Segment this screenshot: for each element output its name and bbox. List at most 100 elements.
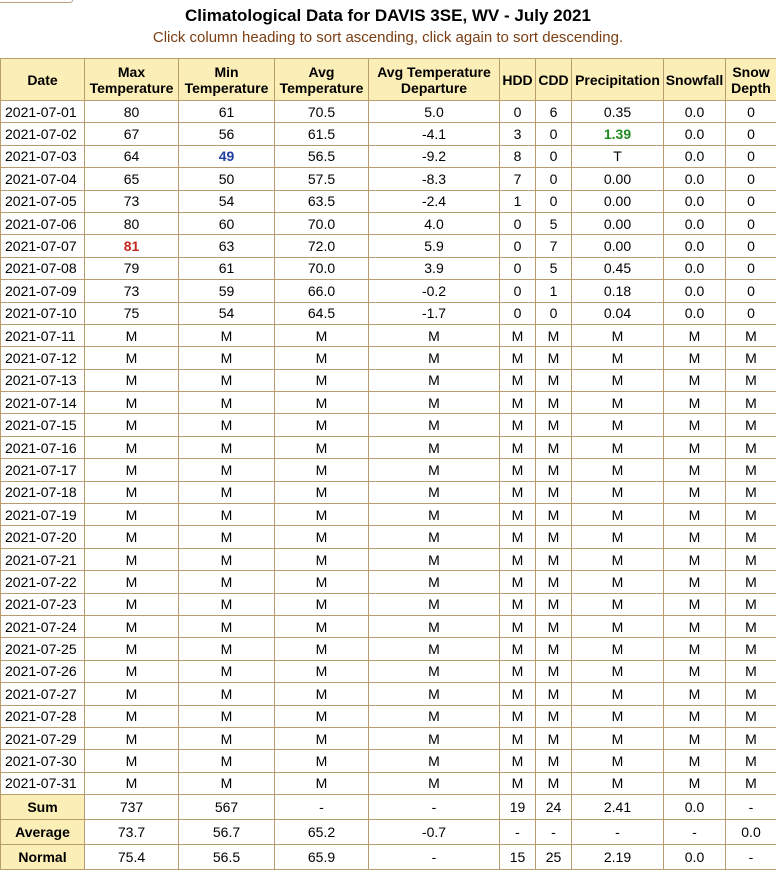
temp-departure-cell: 5.9	[368, 234, 500, 258]
max-temp-cell: M	[84, 682, 179, 706]
snowfall-cell: 0.0	[663, 256, 726, 281]
temp-departure-cell: M	[368, 547, 500, 572]
snow-depth-cell: 0	[725, 99, 776, 124]
avg-temp-cell: M	[274, 637, 369, 661]
column-header-temperature-departure[interactable]: Avg Temperature Departure	[368, 58, 500, 101]
hdd-cell: M	[499, 503, 536, 527]
precipitation-cell: M	[571, 659, 664, 684]
date-cell: 2021-07-07	[0, 234, 85, 258]
table-row: 2021-07-03 64 49 56.5 -9.2 8 0 T 0.0 0	[0, 144, 776, 169]
min-temp-cell: 60	[178, 211, 275, 236]
avg-temp-cell: M	[274, 682, 369, 706]
snow-depth-cell: M	[725, 480, 776, 505]
min-temp-cell: M	[178, 637, 275, 661]
hdd-cell: 0	[499, 301, 536, 325]
snow-depth-cell: M	[725, 726, 776, 751]
cdd-cell: 0	[535, 144, 572, 169]
cdd-cell: 1	[535, 279, 572, 303]
temp-departure-cell: M	[368, 503, 500, 527]
cdd-cell: M	[535, 547, 572, 572]
snowfall-cell: 0.0	[663, 301, 726, 325]
temp-departure-cell: M	[368, 614, 500, 639]
summary-hdd-cell: -	[499, 819, 536, 846]
precipitation-cell: M	[571, 749, 664, 773]
table-row: 2021-07-28 M M M M M M M M M	[0, 704, 776, 728]
cdd-cell: M	[535, 726, 572, 751]
summary-cdd-cell: -	[535, 819, 572, 846]
min-temp-cell: M	[178, 391, 275, 415]
page-title: Climatological Data for DAVIS 3SE, WV - …	[185, 6, 591, 25]
date-cell: 2021-07-01	[0, 99, 85, 124]
avg-temp-cell: 64.5	[274, 301, 369, 325]
snowfall-cell: 0.0	[663, 211, 726, 236]
column-header-cdd[interactable]: CDD	[535, 58, 572, 101]
min-temp-cell: M	[178, 323, 275, 348]
avg-temp-cell: M	[274, 503, 369, 527]
min-temp-cell: M	[178, 614, 275, 639]
avg-temp-cell: M	[274, 346, 369, 370]
max-temp-cell: 75	[84, 301, 179, 325]
hdd-cell: M	[499, 704, 536, 728]
snowfall-cell: M	[663, 346, 726, 370]
precipitation-cell: M	[571, 413, 664, 437]
cdd-cell: M	[535, 637, 572, 661]
max-temp-cell: M	[84, 547, 179, 572]
snowfall-cell: M	[663, 368, 726, 393]
snowfall-cell: M	[663, 749, 726, 773]
precipitation-cell: M	[571, 570, 664, 594]
snow-depth-cell: 0	[725, 301, 776, 325]
table-row: 2021-07-23 M M M M M M M M M	[0, 592, 776, 616]
cdd-cell: M	[535, 614, 572, 639]
column-header-date[interactable]: Date	[0, 58, 85, 101]
date-cell: 2021-07-04	[0, 167, 85, 191]
cdd-cell: M	[535, 525, 572, 549]
table-row: 2021-07-16 M M M M M M M M M	[0, 435, 776, 460]
top-tab-edge	[0, 0, 73, 3]
column-header-snow-depth[interactable]: Snow Depth	[725, 58, 776, 101]
hdd-cell: M	[499, 637, 536, 661]
snow-depth-cell: M	[725, 570, 776, 594]
min-temp-cell: M	[178, 592, 275, 616]
hdd-cell: M	[499, 525, 536, 549]
column-header-hdd[interactable]: HDD	[499, 58, 536, 101]
cdd-cell: M	[535, 458, 572, 482]
snow-depth-cell: 0	[725, 167, 776, 191]
snow-depth-cell: M	[725, 659, 776, 684]
date-cell: 2021-07-15	[0, 413, 85, 437]
hdd-cell: M	[499, 368, 536, 393]
column-header-snowfall[interactable]: Snowfall	[663, 58, 726, 101]
column-header-avg-temperature[interactable]: Avg Temperature	[274, 58, 369, 101]
max-temp-cell: M	[84, 368, 179, 393]
temp-departure-cell: M	[368, 368, 500, 393]
temp-departure-cell: M	[368, 391, 500, 415]
max-temp-cell: M	[84, 570, 179, 594]
max-temp-cell: M	[84, 413, 179, 437]
summary-snow-depth-cell: -	[725, 844, 776, 871]
table-row: 2021-07-22 M M M M M M M M M	[0, 570, 776, 594]
precipitation-cell: M	[571, 592, 664, 616]
avg-temp-cell: M	[274, 771, 369, 796]
summary-snowfall-cell: 0.0	[663, 794, 726, 821]
snowfall-cell: M	[663, 570, 726, 594]
max-temp-cell: 73	[84, 279, 179, 303]
date-cell: 2021-07-23	[0, 592, 85, 616]
hdd-cell: M	[499, 435, 536, 460]
date-cell: 2021-07-11	[0, 323, 85, 348]
snowfall-cell: 0.0	[663, 144, 726, 169]
snow-depth-cell: 0	[725, 144, 776, 169]
temp-departure-cell: M	[368, 480, 500, 505]
precipitation-cell: M	[571, 637, 664, 661]
column-header-max-temperature[interactable]: Max Temperature	[84, 58, 179, 101]
column-header-min-temperature[interactable]: Min Temperature	[178, 58, 275, 101]
summary-row: Average 73.7 56.7 65.2 -0.7- - - -0.0	[0, 819, 776, 846]
precipitation-cell: M	[571, 480, 664, 505]
column-header-precipitation[interactable]: Precipitation	[571, 58, 664, 101]
table-row: 2021-07-20 M M M M M M M M M	[0, 525, 776, 549]
min-temp-cell: 54	[178, 301, 275, 325]
max-temp-cell: M	[84, 323, 179, 348]
snowfall-cell: M	[663, 682, 726, 706]
date-cell: 2021-07-09	[0, 279, 85, 303]
hdd-cell: M	[499, 771, 536, 796]
hdd-cell: 1	[499, 189, 536, 213]
summary-label: Average	[0, 819, 85, 846]
